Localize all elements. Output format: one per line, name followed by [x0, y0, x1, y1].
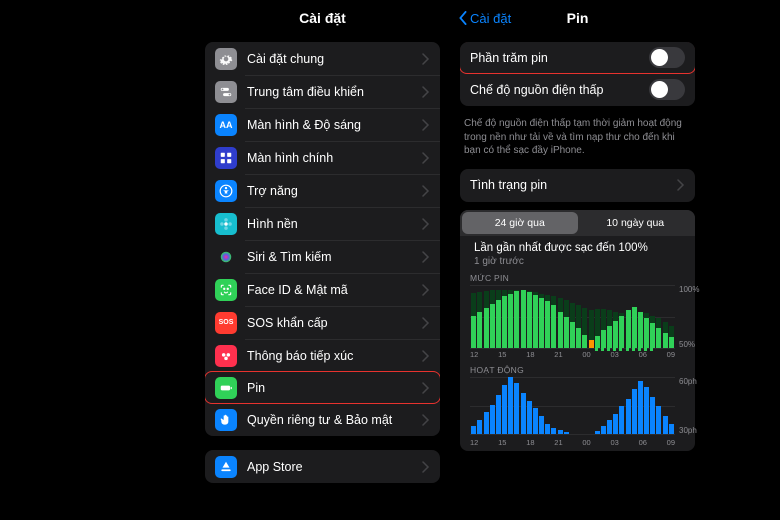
- back-button[interactable]: Cài đặt: [458, 11, 511, 26]
- settings-screen: Cài đặt Cài đặt chung Trung tâm điều khiể…: [195, 0, 450, 520]
- chevron-right-icon: [422, 414, 430, 426]
- page-title: Cài đặt: [299, 10, 346, 26]
- settings-row-access[interactable]: Trợ năng: [205, 174, 440, 207]
- chevron-right-icon: [422, 284, 430, 296]
- battery-level-title: MỨC PIN: [470, 273, 685, 283]
- activity-title: HOẠT ĐỘNG: [470, 365, 685, 375]
- AA-icon: AA: [215, 114, 237, 136]
- battery-health-label: Tình trạng pin: [470, 178, 677, 192]
- row-label: SOS khẩn cấp: [247, 316, 422, 330]
- appstore-icon: [215, 456, 237, 478]
- toggle-label: Phần trăm pin: [470, 51, 649, 65]
- toggle-switch[interactable]: [649, 47, 685, 68]
- row-label: App Store: [247, 460, 422, 474]
- gear-icon: [215, 48, 237, 70]
- row-label: Quyền riêng tư & Bảo mật: [247, 413, 422, 427]
- flower-icon: [215, 213, 237, 235]
- chevron-right-icon: [422, 461, 430, 473]
- row-label: Siri & Tìm kiếm: [247, 250, 422, 264]
- chevron-right-icon: [422, 86, 430, 98]
- settings-row-AA[interactable]: AA Màn hình & Độ sáng: [205, 108, 440, 141]
- row-label: Màn hình & Độ sáng: [247, 118, 422, 132]
- header: Cài đặt Pin: [450, 0, 705, 36]
- last-charge-title: Lần gần nhất được sạc đến 100%: [474, 242, 681, 254]
- time-range-segment: 24 giờ qua 10 ngày qua: [460, 210, 695, 236]
- row-label: Cài đặt chung: [247, 52, 422, 66]
- chevron-right-icon: [422, 152, 430, 164]
- chevron-right-icon: [677, 179, 685, 191]
- hand-icon: [215, 409, 237, 431]
- grid-icon: [215, 147, 237, 169]
- battery-health-group: Tình trạng pin: [460, 169, 695, 202]
- row-label: Trung tâm điều khiển: [247, 85, 422, 99]
- settings-row-siri[interactable]: Siri & Tìm kiếm: [205, 240, 440, 273]
- switches-icon: [215, 81, 237, 103]
- siri-icon: [215, 246, 237, 268]
- access-icon: [215, 180, 237, 202]
- last-charge-info: Lần gần nhất được sạc đến 100% 1 giờ trư…: [470, 238, 685, 267]
- settings-row-grid[interactable]: Màn hình chính: [205, 141, 440, 174]
- chevron-right-icon: [422, 317, 430, 329]
- settings-row-switches[interactable]: Trung tâm điều khiển: [205, 75, 440, 108]
- row-label: Pin: [247, 381, 422, 395]
- header: Cài đặt: [195, 0, 450, 36]
- usage-card: 24 giờ qua 10 ngày qua Lần gần nhất được…: [460, 210, 695, 451]
- last-charge-sub: 1 giờ trước: [474, 256, 681, 267]
- toggle-row: Chế độ nguồn điện thấp: [460, 73, 695, 106]
- battery-level-chart: 100%50% 1215182100030609: [470, 285, 705, 359]
- segment-10d[interactable]: 10 ngày qua: [578, 212, 694, 234]
- battery-screen: Cài đặt Pin Phần trăm pin Chế độ nguồn đi…: [450, 0, 705, 520]
- chevron-right-icon: [422, 350, 430, 362]
- activity-chart: 60ph30ph 1215182100030609: [470, 377, 705, 447]
- chevron-right-icon: [422, 185, 430, 197]
- toggle-row: Phần trăm pin: [460, 42, 695, 73]
- settings-row-flower[interactable]: Hình nền: [205, 207, 440, 240]
- row-label: Hình nền: [247, 217, 422, 231]
- settings-list: Cài đặt chung Trung tâm điều khiển AA Màn h…: [205, 42, 440, 436]
- chevron-right-icon: [422, 251, 430, 263]
- SOS-icon: SOS: [215, 312, 237, 334]
- settings-row-exposure[interactable]: Thông báo tiếp xúc: [205, 339, 440, 372]
- settings-row-appstore[interactable]: App Store: [205, 450, 440, 483]
- battery-health-row[interactable]: Tình trạng pin: [460, 169, 695, 202]
- settings-row-gear[interactable]: Cài đặt chung: [205, 42, 440, 75]
- back-label: Cài đặt: [470, 11, 511, 26]
- chevron-right-icon: [422, 382, 430, 394]
- toggle-label: Chế độ nguồn điện thấp: [470, 83, 649, 97]
- low-power-footer: Chế độ nguồn điện thấp tạm thời giảm hoạ…: [450, 112, 705, 163]
- row-label: Trợ năng: [247, 184, 422, 198]
- face-icon: [215, 279, 237, 301]
- segment-24h[interactable]: 24 giờ qua: [462, 212, 578, 234]
- settings-list-2: App Store: [205, 450, 440, 483]
- chevron-right-icon: [422, 53, 430, 65]
- chevron-right-icon: [422, 218, 430, 230]
- settings-row-face[interactable]: Face ID & Mật mã: [205, 273, 440, 306]
- battery-icon: [215, 377, 237, 399]
- row-label: Face ID & Mật mã: [247, 283, 422, 297]
- chevron-right-icon: [422, 119, 430, 131]
- exposure-icon: [215, 345, 237, 367]
- row-label: Màn hình chính: [247, 151, 422, 165]
- page-title: Pin: [567, 10, 589, 26]
- settings-row-battery[interactable]: Pin: [205, 372, 440, 403]
- settings-row-SOS[interactable]: SOS SOS khẩn cấp: [205, 306, 440, 339]
- settings-row-hand[interactable]: Quyền riêng tư & Bảo mật: [205, 403, 440, 436]
- toggle-switch[interactable]: [649, 79, 685, 100]
- row-label: Thông báo tiếp xúc: [247, 349, 422, 363]
